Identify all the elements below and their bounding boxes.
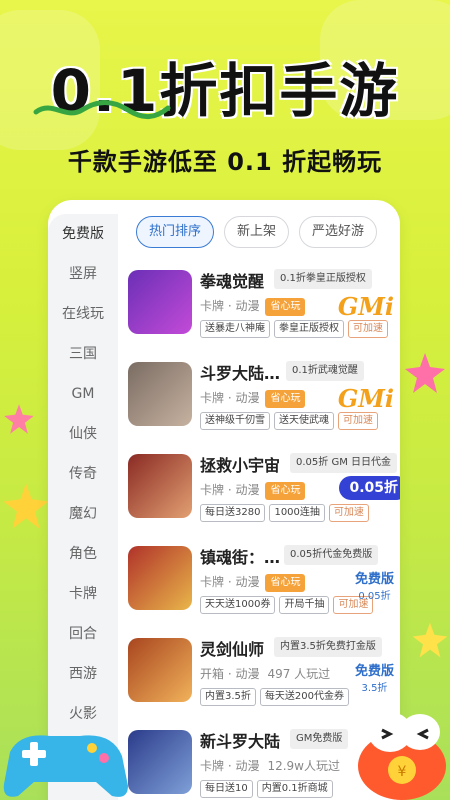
tab-hot[interactable]: 热门排序 (136, 216, 215, 248)
sidebar-item-free[interactable]: 免费版 (48, 214, 118, 254)
gm-badge: GMi (337, 384, 394, 413)
benefit-chip: 拳皇正版授权 (274, 320, 344, 338)
genre-text: 卡牌 · 动漫 (200, 299, 260, 313)
game-meta: 卡牌 · 动漫 省心玩 (200, 481, 306, 500)
pink-star-icon (4, 404, 34, 434)
benefit-chip: 送神级千仞雪 (200, 412, 270, 430)
benefit-chip: 每日送10 (200, 780, 253, 798)
game-title: 镇魂街：… (200, 548, 281, 567)
free-version-label: 免费版 (354, 572, 394, 587)
tab-new[interactable]: 新上架 (224, 216, 290, 248)
yellow-star-icon (3, 483, 49, 529)
game-title: 拯救小宇宙 (200, 456, 281, 475)
game-thumbnail[interactable] (128, 730, 192, 794)
easy-play-tag: 省心玩 (265, 389, 306, 408)
svg-text:¥: ¥ (398, 764, 407, 780)
game-title: 新斗罗大陆 (200, 732, 281, 751)
benefit-chips: 送神级千仞雪 送天使武魂 可加速 (200, 412, 378, 430)
category-sidebar: 免费版 竖屏 在线玩 三国 GM 仙侠 传奇 魔幻 角色 卡牌 回合 西游 火影 (48, 214, 118, 800)
players-count: 12.9w人玩过 (267, 759, 340, 773)
game-row[interactable]: 拳魂觉醒 0.1折拳皇正版授权 卡牌 · 动漫 省心玩 送暴走八神庵 拳皇正版授权… (128, 264, 400, 356)
game-meta: 卡牌 · 动漫 省心玩 (200, 389, 306, 408)
benefit-chips: 内置3.5折 每天送200代金券 (200, 688, 349, 706)
game-meta: 卡牌 · 动漫 省心玩 (200, 297, 306, 316)
sidebar-item-online[interactable]: 在线玩 (48, 294, 118, 334)
free-version-discount: 0.05折 (358, 591, 391, 602)
genre-text: 卡牌 · 动漫 (200, 483, 260, 497)
game-thumbnail[interactable] (128, 362, 192, 426)
game-thumbnail[interactable] (128, 454, 192, 518)
sidebar-item-legend[interactable]: 传奇 (48, 454, 118, 494)
game-meta: 卡牌 · 动漫 省心玩 (200, 573, 306, 592)
game-thumbnail[interactable] (128, 270, 192, 334)
game-thumbnail[interactable] (128, 638, 192, 702)
sidebar-item-rpg[interactable]: 角色 (48, 534, 118, 574)
benefit-chip: 开局千抽 (279, 596, 330, 614)
promo-label: 0.05折代金免费版 (284, 545, 379, 565)
squiggle-decoration (33, 100, 171, 119)
free-version-discount: 3.5折 (361, 683, 388, 694)
easy-play-tag: 省心玩 (265, 573, 306, 592)
game-row[interactable]: 斗罗大陆… 0.1折武魂觉醒 卡牌 · 动漫 省心玩 送神级千仞雪 送天使武魂 可… (128, 356, 400, 448)
game-meta: 开箱 · 动漫 497 人玩过 (200, 665, 330, 682)
sidebar-item-fantasy[interactable]: 魔幻 (48, 494, 118, 534)
promo-label: 0.1折武魂觉醒 (286, 361, 364, 381)
players-count: 497 人玩过 (267, 667, 331, 681)
game-thumbnail[interactable] (128, 546, 192, 610)
pink-star-icon (405, 353, 445, 393)
easy-play-tag: 省心玩 (265, 297, 306, 316)
genre-text: 卡牌 · 动漫 (200, 575, 260, 589)
game-title: 灵剑仙师 (200, 640, 265, 659)
free-version-badge: 免费版 0.05折 (355, 568, 394, 602)
benefit-chip: 天天送1000券 (200, 596, 276, 614)
sidebar-item-card[interactable]: 卡牌 (48, 574, 118, 614)
easy-play-tag: 省心玩 (265, 481, 306, 500)
promo-label: 0.05折 GM 日日代金 (290, 453, 397, 473)
yellow-star-icon (412, 622, 448, 658)
banner-subline: 千款手游低至 0.1 折起畅玩 (67, 148, 383, 176)
sidebar-item-gm[interactable]: GM (48, 374, 118, 414)
speedup-chip: 可加速 (348, 320, 388, 338)
genre-text: 卡牌 · 动漫 (200, 391, 260, 405)
sidebar-item-portrait[interactable]: 竖屏 (48, 254, 118, 294)
sidebar-item-turn-based[interactable]: 回合 (48, 614, 118, 654)
game-meta: 卡牌 · 动漫 12.9w人玩过 (200, 757, 340, 774)
genre-text: 开箱 · 动漫 (200, 667, 260, 681)
benefit-chip: 送天使武魂 (274, 412, 334, 430)
benefit-chips: 天天送1000券 开局千抽 可加速 (200, 596, 374, 614)
speedup-chip: 可加速 (328, 504, 369, 522)
benefit-chip: 内置3.5折 (200, 688, 256, 706)
game-row[interactable]: 拯救小宇宙 0.05折 GM 日日代金 卡牌 · 动漫 省心玩 每日送3280 1… (128, 448, 400, 540)
free-version-label: 免费版 (354, 664, 394, 679)
benefit-chips: 送暴走八神庵 拳皇正版授权 可加速 (200, 320, 388, 338)
discount-badge: 0.05折 (339, 476, 400, 500)
promo-label: 0.1折拳皇正版授权 (274, 269, 372, 289)
tab-curated[interactable]: 严选好游 (299, 216, 378, 248)
game-row[interactable]: 镇魂街：… 0.05折代金免费版 卡牌 · 动漫 省心玩 天天送1000券 开局千… (128, 540, 400, 632)
free-version-badge: 免费版 3.5折 (355, 660, 394, 694)
gm-badge: GMi (337, 292, 394, 321)
benefit-chip: 内置0.1折商城 (256, 780, 333, 798)
benefit-chip: 每天送200代金券 (259, 688, 349, 706)
benefit-chip: 送暴走八神庵 (200, 320, 270, 338)
genre-text: 卡牌 · 动漫 (200, 759, 260, 773)
sidebar-item-three-kingdoms[interactable]: 三国 (48, 334, 118, 374)
sort-tabs: 热门排序 新上架 严选好游 (136, 216, 378, 248)
benefit-chips: 每日送10 内置0.1折商城 (200, 780, 333, 798)
game-title: 斗罗大陆… (200, 364, 281, 383)
sidebar-item-journey-west[interactable]: 西游 (48, 654, 118, 694)
mascot-icon: ¥ (358, 712, 446, 800)
gamepad-icon (3, 735, 128, 797)
promo-label: 内置3.5折免费打金版 (274, 637, 382, 657)
sidebar-item-xianxia[interactable]: 仙侠 (48, 414, 118, 454)
benefit-chip: 1000连抽 (269, 504, 325, 522)
benefit-chips: 每日送3280 1000连抽 可加速 (200, 504, 369, 522)
speedup-chip: 可加速 (338, 412, 378, 430)
game-title: 拳魂觉醒 (200, 272, 265, 291)
promo-label: GM免费版 (290, 729, 349, 749)
benefit-chip: 每日送3280 (200, 504, 266, 522)
